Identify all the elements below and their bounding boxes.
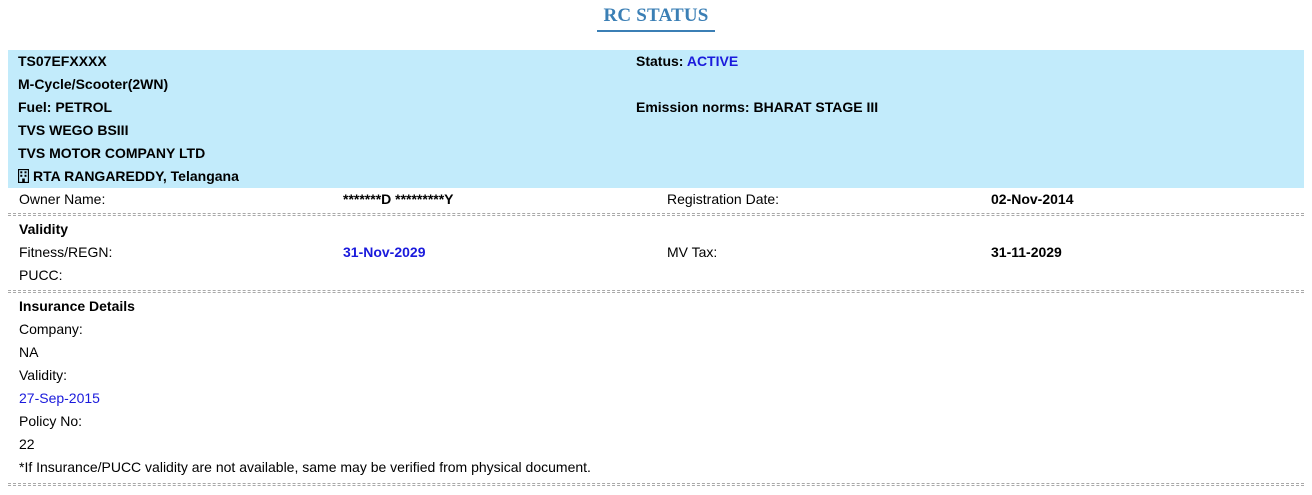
fuel-type: Fuel: PETROL [18,99,113,115]
pucc-label: PUCC: [19,267,63,283]
policy-number-label: Policy No: [19,413,83,429]
divider [8,290,1304,291]
divider [8,483,1304,484]
registration-date-value: 02-Nov-2014 [991,191,1074,207]
owner-name-value: *******D *********Y [343,191,454,207]
mv-tax-label: MV Tax: [667,244,718,260]
mv-tax-value: 31-11-2029 [991,244,1062,260]
divider [8,213,1304,214]
registration-number: TS07EFXXXX [18,53,107,69]
verification-note: *If Insurance/PUCC validity are not avai… [19,459,591,475]
building-icon [18,169,29,183]
rta-office-label: RTA RANGAREDDY, Telangana [33,168,239,184]
vehicle-model: TVS WEGO BSIII [18,122,129,138]
status-label: Status: [636,53,684,69]
emission-norms: Emission norms: BHARAT STAGE III [636,99,879,115]
title-wrap: RC STATUS [0,0,1312,32]
divider [8,292,1304,293]
status-line: Status: ACTIVE [636,50,738,73]
owner-name-label: Owner Name: [19,191,106,207]
insurance-company-label: Company: [19,321,83,337]
fitness-label: Fitness/REGN: [19,244,113,260]
rta-office: RTA RANGAREDDY, Telangana [18,165,239,188]
divider [8,485,1304,486]
insurance-validity-value: 27-Sep-2015 [19,390,100,406]
divider [8,215,1304,216]
validity-heading: Validity [19,221,69,237]
status-badge: ACTIVE [686,53,739,69]
insurance-heading: Insurance Details [19,298,135,314]
policy-number-value: 22 [19,436,35,452]
vehicle-summary-panel: TS07EFXXXX Status: ACTIVE M-Cycle/Scoote… [8,50,1304,188]
insurance-validity-label: Validity: [19,367,67,383]
vehicle-maker: TVS MOTOR COMPANY LTD [18,145,206,161]
vehicle-class: M-Cycle/Scooter(2WN) [18,76,169,92]
insurance-company-value: NA [19,344,39,360]
registration-date-label: Registration Date: [667,191,780,207]
page-title: RC STATUS [597,5,715,32]
fitness-value: 31-Nov-2029 [343,244,426,260]
